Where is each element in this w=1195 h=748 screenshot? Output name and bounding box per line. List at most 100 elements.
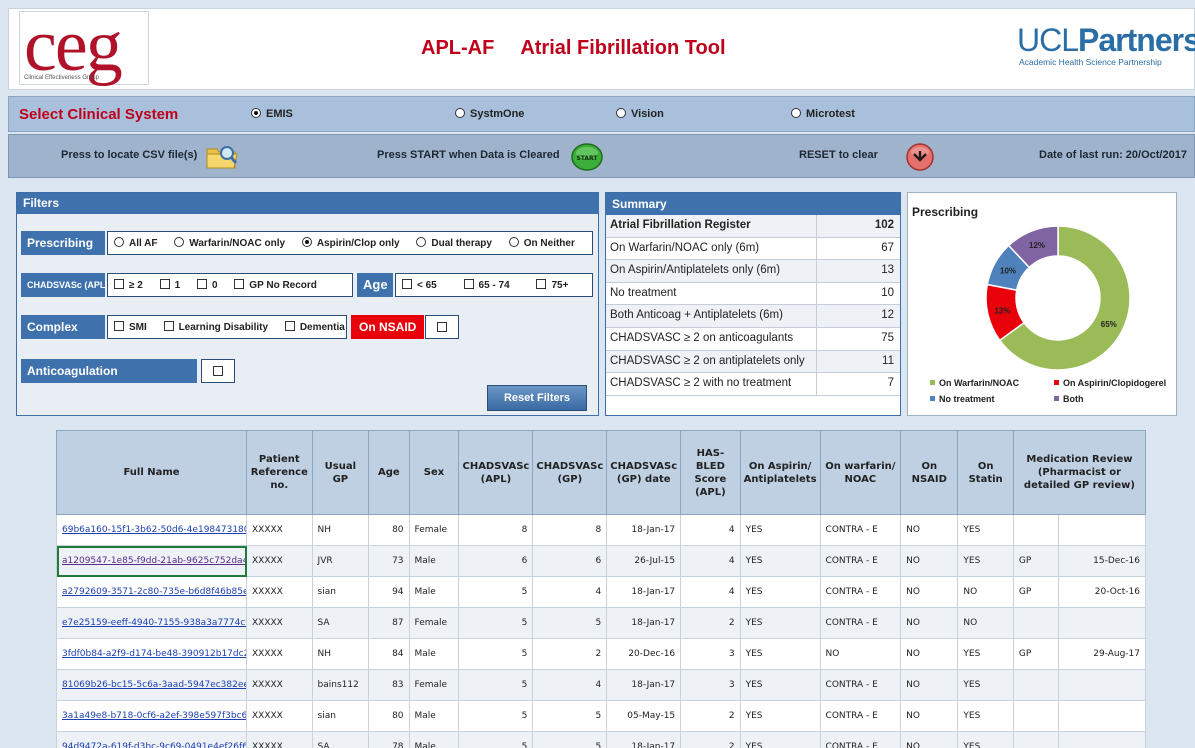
table-cell: 5	[458, 607, 534, 639]
donut-slice-label: 13%	[994, 306, 1010, 315]
table-cell: NO	[900, 545, 959, 577]
system-option-systmone[interactable]: SystmOne	[455, 108, 524, 120]
system-option-emis[interactable]: EMIS	[251, 108, 293, 120]
column-header: Full Name	[56, 430, 247, 515]
table-cell: 20-Oct-16	[1058, 576, 1146, 608]
prescribing-option-neither[interactable]: On Neither	[508, 237, 575, 249]
column-header: On Statin	[957, 430, 1014, 515]
nsaid-checkbox[interactable]	[425, 315, 459, 339]
prescribing-option-dual[interactable]: Dual therapy	[416, 237, 492, 249]
table-cell: 80	[368, 700, 410, 732]
table-row: a1209547-1e85-f9dd-21ab-9625c752da4c XXXX…	[56, 545, 1146, 577]
table-cell: sian	[311, 576, 370, 608]
table-cell: GP	[1012, 638, 1060, 670]
app-header: ceg Clinical Effectiveness Group APL-AF A…	[8, 5, 1195, 90]
start-button-label: START	[576, 155, 598, 162]
chads-option-ge2[interactable]: ≥ 2	[114, 279, 143, 291]
chads-option-0[interactable]: 0	[196, 279, 218, 291]
table-cell: NO	[957, 576, 1014, 608]
app-title-long: Atrial Fibrillation Tool	[520, 37, 726, 59]
table-cell: 5	[532, 731, 608, 748]
age-option-65-74[interactable]: 65 - 74	[463, 279, 510, 291]
table-header-row: Full Name Patient Reference no. Usual GP Ag…	[56, 430, 1147, 515]
table-cell: 4	[680, 545, 741, 577]
table-cell: 15-Dec-16	[1058, 545, 1146, 577]
chads-option-1[interactable]: 1	[159, 279, 180, 291]
table-cell: CONTRA - E	[819, 514, 902, 546]
checkbox-icon	[536, 279, 547, 289]
start-button[interactable]: START	[571, 143, 603, 171]
ceg-logo: ceg Clinical Effectiveness Group	[19, 5, 149, 87]
table-cell: GP	[1012, 576, 1060, 608]
table-cell: NO	[900, 700, 959, 732]
table-row: 94d9472a-619f-d3bc-9c69-0491e4ef26f6 XXXX…	[56, 731, 1146, 748]
on-nsaid-label: On NSAID	[351, 315, 425, 339]
table-cell	[1012, 669, 1060, 701]
table-row: 3a1a49e8-b718-0cf6-a2ef-398e597f3bc6 XXXX…	[56, 700, 1146, 732]
complex-option-dementia[interactable]: Dementia	[284, 321, 345, 333]
complex-option-smi[interactable]: SMI	[114, 321, 147, 333]
checkbox-icon	[284, 321, 295, 331]
table-row: 3fdf0b84-a2f9-d174-be48-390912b17dc2 XXXX…	[56, 638, 1146, 670]
radio-icon	[416, 237, 427, 247]
checkbox-icon	[213, 366, 223, 376]
patient-name-link[interactable]: e7e25159-eeff-4940-7155-938a3a7774c9	[56, 607, 247, 639]
checkbox-icon	[463, 279, 474, 289]
table-row: a2792609-3571-2c80-735e-b6d8f46b85e2 XXXX…	[56, 576, 1146, 608]
table-cell: Male	[408, 545, 460, 577]
reset-button[interactable]	[905, 142, 935, 172]
prescribing-option-warfarin[interactable]: Warfarin/NOAC only	[174, 237, 285, 249]
folder-search-icon[interactable]	[205, 141, 239, 171]
table-cell: CONTRA - E	[819, 607, 902, 639]
table-cell: XXXXX	[246, 700, 313, 732]
table-cell: bains112	[311, 669, 370, 701]
age-option-under65[interactable]: < 65	[402, 279, 437, 291]
age-options: < 65 65 - 74 75+	[395, 273, 593, 297]
table-cell: NO	[900, 514, 959, 546]
patient-name-link[interactable]: 3fdf0b84-a2f9-d174-be48-390912b17dc2	[56, 638, 247, 670]
table-cell: Female	[408, 669, 460, 701]
table-cell: SA	[311, 607, 370, 639]
last-run-date: Date of last run: 20/Oct/2017	[1039, 149, 1187, 161]
system-option-microtest[interactable]: Microtest	[791, 108, 855, 120]
table-cell: CONTRA - E	[819, 669, 902, 701]
column-header: CHADSVASc (APL)	[458, 430, 534, 515]
patient-name-link[interactable]: 69b6a160-15f1-3b62-50d6-4e1984731806	[56, 514, 247, 546]
anticoagulation-checkbox[interactable]	[201, 359, 235, 383]
table-cell: NH	[311, 514, 370, 546]
patient-name-link[interactable]: a2792609-3571-2c80-735e-b6d8f46b85e2	[56, 576, 247, 608]
table-cell: GP	[1012, 545, 1060, 577]
patient-name-link[interactable]: 3a1a49e8-b718-0cf6-a2ef-398e597f3bc6	[56, 700, 247, 732]
table-cell: YES	[957, 545, 1014, 577]
prescribing-option-aspirin[interactable]: Aspirin/Clop only	[301, 237, 400, 249]
table-cell: CONTRA - E	[819, 545, 902, 577]
table-cell: 3	[680, 638, 741, 670]
summary-row: Atrial Fibrillation Register 102	[606, 215, 900, 238]
complex-option-learning-disability[interactable]: Learning Disability	[163, 321, 268, 333]
table-cell: 4	[680, 576, 741, 608]
checkbox-icon	[114, 279, 124, 289]
clinical-system-title: Select Clinical System	[19, 106, 179, 123]
table-cell: YES	[739, 545, 821, 577]
prescribing-option-all-af[interactable]: All AF	[114, 237, 158, 249]
table-cell: XXXXX	[246, 545, 313, 577]
radio-icon	[616, 108, 626, 118]
prescribing-chart-panel: 65% 13% 10% 12% Prescribing On Warfarin/NOA…	[907, 192, 1177, 416]
table-cell: YES	[739, 576, 821, 608]
reset-filters-button[interactable]: Reset Filters	[487, 385, 587, 411]
chads-option-no-record[interactable]: GP No Record	[234, 279, 317, 291]
summary-panel: Summary Atrial Fibrillation Register 102 …	[605, 192, 901, 416]
summary-row: CHADSVASC ≥ 2 on anticoagulants 75	[606, 327, 900, 351]
table-row: 81069b26-bc15-5c6a-3aad-5947ec382eeb XXXX…	[56, 669, 1146, 701]
table-cell: NO	[900, 731, 959, 748]
table-cell: 80	[368, 514, 410, 546]
patient-name-link[interactable]: 94d9472a-619f-d3bc-9c69-0491e4ef26f6	[56, 731, 247, 748]
patient-name-link[interactable]: a1209547-1e85-f9dd-21ab-9625c752da4c	[56, 545, 247, 577]
patient-name-link[interactable]: 81069b26-bc15-5c6a-3aad-5947ec382eeb	[56, 669, 247, 701]
summary-row: On Warfarin/NOAC only (6m) 67	[606, 237, 900, 261]
table-cell: 18-Jan-17	[606, 514, 682, 546]
system-option-vision[interactable]: Vision	[616, 108, 664, 120]
radio-icon	[174, 237, 185, 247]
age-option-75plus[interactable]: 75+	[536, 279, 568, 291]
ceg-logo-subtext: Clinical Effectiveness Group	[24, 75, 99, 81]
